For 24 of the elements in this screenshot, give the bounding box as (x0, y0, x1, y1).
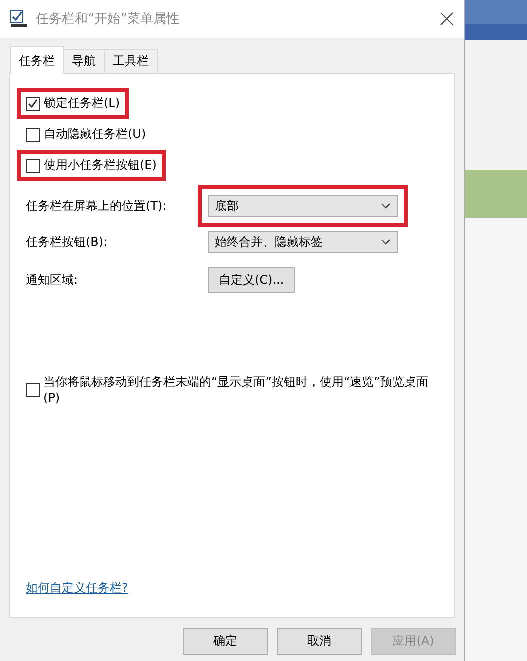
tab[interactable]: 任务栏 (10, 46, 64, 74)
close-icon[interactable] (440, 12, 454, 26)
help-link[interactable]: 如何自定义任务栏? (26, 580, 128, 597)
checkbox-label[interactable]: 锁定任务栏(L) (44, 95, 120, 112)
chevron-down-icon (381, 203, 391, 209)
dropdown[interactable]: 始终合并、隐藏标签 (208, 231, 398, 253)
checkbox[interactable] (26, 382, 40, 396)
window-title: 任务栏和“开始”菜单属性 (36, 11, 180, 28)
checkbox[interactable] (26, 128, 40, 142)
checkbox[interactable] (26, 96, 40, 110)
checkbox[interactable] (26, 158, 40, 172)
dialog-button[interactable]: 确定 (183, 628, 268, 655)
checkbox-label[interactable]: 当你将鼠标移动到任务栏末端的“显示桌面”按钮时，使用“速览”预览桌面(P) (44, 374, 429, 405)
checkbox-label[interactable]: 使用小任务栏按钮(E) (44, 157, 157, 174)
tab[interactable]: 工具栏 (104, 49, 158, 73)
dialog-button[interactable]: 取消 (277, 628, 362, 655)
checkbox-label[interactable]: 自动隐藏任务栏(U) (44, 126, 146, 143)
chevron-down-icon (381, 239, 391, 245)
dropdown[interactable]: 底部 (208, 195, 398, 217)
setting-label: 任务栏按钮(B): (26, 234, 109, 250)
setting-label: 任务栏在屏幕上的位置(T): (26, 198, 168, 214)
checkbox-window-icon (10, 10, 28, 28)
setting-label: 通知区域: (26, 272, 80, 288)
customize-button[interactable]: 自定义(C)... (208, 267, 296, 293)
